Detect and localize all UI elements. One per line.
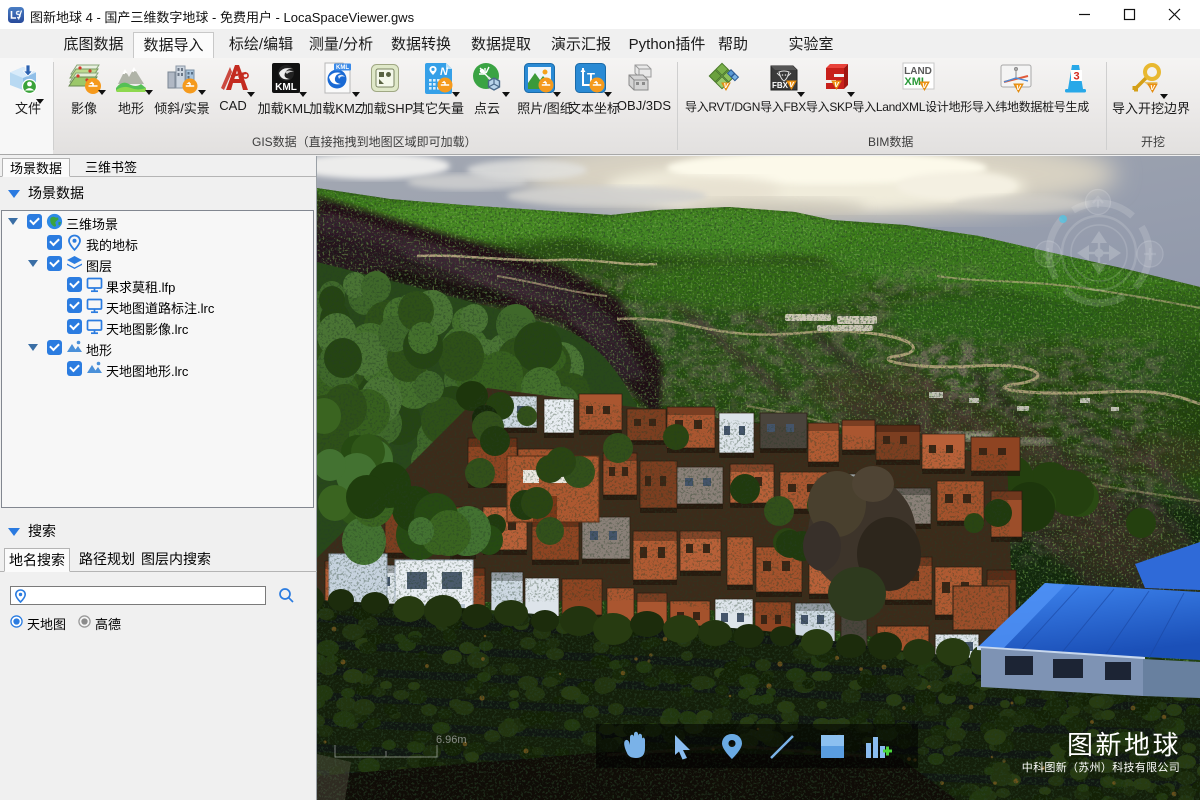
svg-text:KML: KML [275, 82, 297, 93]
svg-text:KML: KML [336, 65, 349, 71]
svg-text:N: N [440, 66, 449, 78]
svg-text:6.96m: 6.96m [436, 734, 467, 746]
svg-text:3: 3 [1073, 71, 1079, 83]
svg-text:FBX: FBX [772, 81, 789, 90]
